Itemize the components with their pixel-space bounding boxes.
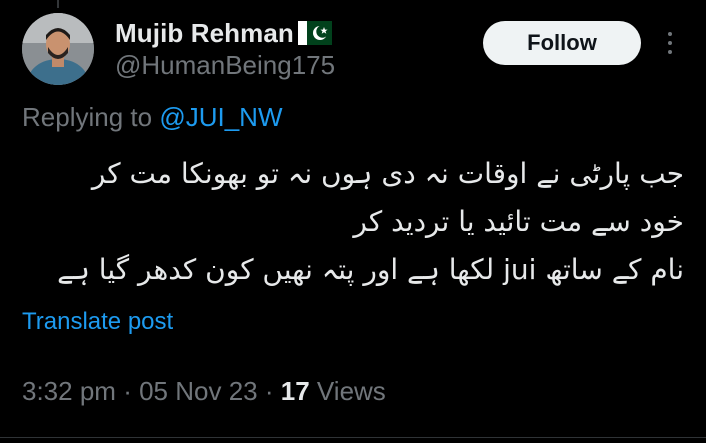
views-count: 17	[280, 376, 310, 406]
author-handle[interactable]: @HumanBeing175	[115, 50, 335, 81]
tweet-date[interactable]: 05 Nov 23	[139, 376, 258, 406]
tweet-line: نام کے ساتھ jui لکھا ہے اور پتہ نھیں کون…	[57, 253, 684, 286]
tweet-text: جب پارٹی نے اوقات نہ دی ہوں نہ تو بھونکا…	[20, 150, 684, 294]
more-dot	[668, 32, 672, 36]
tweet-meta: 3:32 pm · 05 Nov 23 · 17 Views	[22, 376, 386, 407]
tweet-line: جب پارٹی نے اوقات نہ دی ہوں نہ تو بھونکا…	[91, 157, 684, 190]
meta-separator: ·	[264, 376, 274, 406]
reply-prefix: Replying to	[22, 102, 153, 132]
divider	[0, 437, 706, 438]
author-name-row: Mujib Rehman	[115, 16, 332, 50]
pakistan-flag-icon	[297, 21, 332, 45]
views-label: Views	[316, 376, 386, 406]
more-dot	[668, 41, 672, 45]
author-display-name[interactable]: Mujib Rehman	[115, 18, 294, 49]
more-options-icon[interactable]	[656, 27, 684, 59]
reply-context: Replying to @JUI_NW	[22, 102, 282, 133]
translate-post-link[interactable]: Translate post	[22, 308, 173, 336]
thread-connector-line	[57, 0, 59, 8]
more-dot	[668, 50, 672, 54]
meta-separator: ·	[123, 376, 132, 406]
reply-mention-link[interactable]: @JUI_NW	[159, 102, 282, 132]
tweet-time[interactable]: 3:32 pm	[22, 376, 116, 406]
follow-button[interactable]: Follow	[483, 21, 641, 65]
tweet-line: خود سے مت تائید یا تردید کر	[353, 205, 684, 238]
avatar[interactable]	[22, 13, 94, 85]
